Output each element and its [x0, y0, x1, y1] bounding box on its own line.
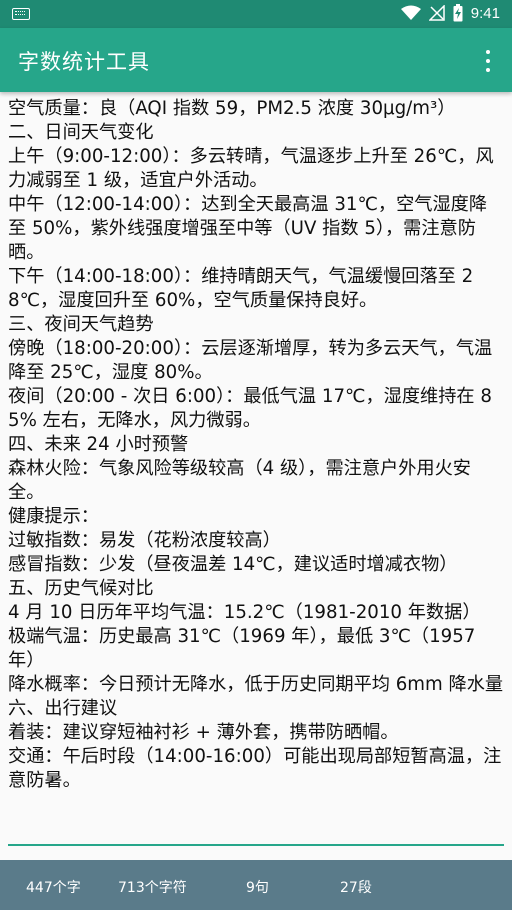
- input-underline: [8, 844, 504, 846]
- status-time: 9:41: [470, 4, 500, 22]
- more-vert-icon: [486, 50, 490, 55]
- overflow-menu-button[interactable]: [478, 48, 498, 74]
- text-input[interactable]: 空气质量：良（AQI 指数 59，PM2.5 浓度 30μg/m³） 二、日间天…: [8, 97, 504, 793]
- paragraph-count: 27段: [340, 880, 372, 896]
- status-bar: 9:41: [0, 0, 512, 28]
- app-bar: 字数统计工具: [0, 28, 512, 92]
- stats-bar: 447个字 713个字符 9句 27段: [0, 860, 512, 910]
- char-count: 447个字: [26, 880, 81, 896]
- app-title: 字数统计工具: [18, 50, 150, 74]
- symbol-count: 713个字符: [118, 880, 187, 896]
- text-editor-area: 空气质量：良（AQI 指数 59，PM2.5 浓度 30μg/m³） 二、日间天…: [0, 92, 512, 846]
- sentence-count: 9句: [246, 880, 269, 896]
- wifi-icon: [400, 5, 421, 20]
- battery-charging-icon: [453, 4, 463, 22]
- no-signal-icon: [428, 5, 445, 21]
- keyboard-icon: [12, 8, 30, 20]
